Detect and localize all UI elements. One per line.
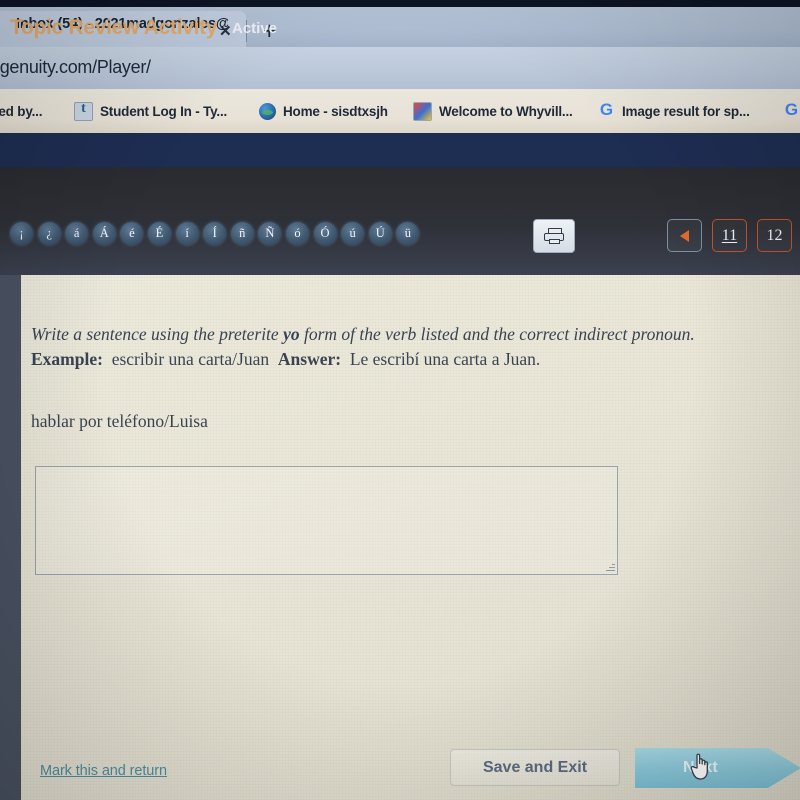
question-prompt: hablar por teléfono/Luisa — [31, 411, 208, 431]
bookmark-item[interactable]: Home - sisdtxsjh — [259, 100, 388, 122]
globe-icon — [259, 102, 276, 120]
address-bar[interactable]: lgenuity.com/Player/ — [0, 47, 800, 89]
instruction-part-1: Write a sentence using the preterite — [31, 324, 284, 344]
save-and-exit-button[interactable]: Save and Exit — [450, 749, 620, 786]
google-icon — [783, 100, 800, 120]
bookmark-label: Student Log In - Ty... — [100, 103, 228, 119]
answer-textarea[interactable] — [35, 466, 618, 575]
accent-key-3[interactable]: Á — [92, 222, 116, 245]
accent-key-11[interactable]: Ó — [313, 222, 337, 245]
left-gutter — [0, 275, 21, 800]
page-number: 11 — [721, 226, 738, 244]
bookmark-label: ered by... — [0, 103, 43, 119]
status-badge: Active — [232, 20, 278, 37]
instruction-part-2: form of the verb listed and the correct … — [299, 324, 695, 344]
example-text: escribir una carta/Juan — [111, 349, 270, 369]
mark-and-return-link[interactable]: Mark this and return — [40, 763, 167, 779]
print-button[interactable] — [533, 219, 575, 253]
resize-handle-icon[interactable] — [606, 563, 615, 572]
page-button-11[interactable]: 11 — [712, 219, 747, 252]
page-button-12[interactable]: 12 — [757, 219, 792, 252]
printer-icon — [544, 228, 564, 244]
chevron-left-icon — [680, 229, 689, 242]
page-number: 12 — [766, 226, 783, 244]
accent-key-14[interactable]: ü — [396, 222, 420, 245]
bookmarks-bar: ered by... Student Log In - Ty... Home -… — [0, 89, 800, 133]
bookmark-item[interactable]: Student Log In - Ty... — [74, 100, 227, 122]
special-character-toolbar: ¡ ¿ á Áé Éí Íñ Ñó Óú Úü — [10, 222, 420, 245]
question-instructions: Write a sentence using the preterite yo … — [31, 322, 771, 347]
accent-key-5[interactable]: É — [147, 222, 171, 245]
google-icon — [598, 100, 615, 120]
page-background-band — [0, 133, 800, 167]
hand-cursor-icon — [690, 753, 708, 780]
pagination-controls: 11 12 — [667, 219, 792, 252]
accent-key-9[interactable]: Ñ — [258, 222, 282, 245]
whyville-icon — [413, 101, 432, 121]
tumblr-icon — [74, 101, 93, 121]
answer-text: Le escribí una carta a Juan. — [349, 349, 541, 369]
activity-content: Write a sentence using the preterite yo … — [21, 275, 800, 800]
page-title: Topic Review Activity — [10, 16, 218, 39]
accent-key-7[interactable]: Í — [203, 222, 227, 245]
instruction-emphasis: yo — [283, 324, 300, 344]
accent-key-8[interactable]: ñ — [230, 222, 254, 245]
bookmark-item[interactable]: Welcome to Whyvill... — [413, 100, 573, 122]
question-example-line: Example: escribir una carta/Juan Answer:… — [31, 347, 771, 372]
save-and-exit-label: Save and Exit — [482, 758, 588, 776]
bookmark-item[interactable]: Image result for sp... — [598, 100, 750, 122]
bookmark-label: Home - sisdtxsjh — [283, 103, 388, 119]
bookmark-item[interactable]: ered by... — [0, 100, 42, 122]
previous-page-button[interactable] — [667, 219, 702, 252]
accent-key-2[interactable]: á — [65, 222, 89, 245]
accent-key-13[interactable]: Ú — [368, 222, 392, 245]
bookmark-label: Image result for sp... — [622, 103, 750, 119]
accent-key-0[interactable]: ¡ — [10, 222, 33, 245]
bookmark-item[interactable] — [783, 100, 800, 122]
answer-label: Answer: — [277, 349, 342, 369]
accent-key-1[interactable]: ¿ — [37, 222, 61, 245]
address-bar-url: lgenuity.com/Player/ — [0, 57, 151, 77]
accent-key-4[interactable]: é — [120, 222, 144, 245]
accent-key-10[interactable]: ó — [285, 222, 309, 245]
example-label: Example: — [31, 349, 103, 369]
close-icon[interactable]: ✕ — [219, 24, 232, 39]
bookmark-label: Welcome to Whyvill... — [439, 103, 573, 119]
accent-key-6[interactable]: í — [175, 222, 199, 245]
next-button[interactable]: Next — [635, 748, 800, 788]
screenshot-root: Inbox (54) - 2021madgonzales@ ✕ + lgenui… — [0, 0, 800, 800]
accent-key-12[interactable]: ú — [341, 222, 365, 245]
